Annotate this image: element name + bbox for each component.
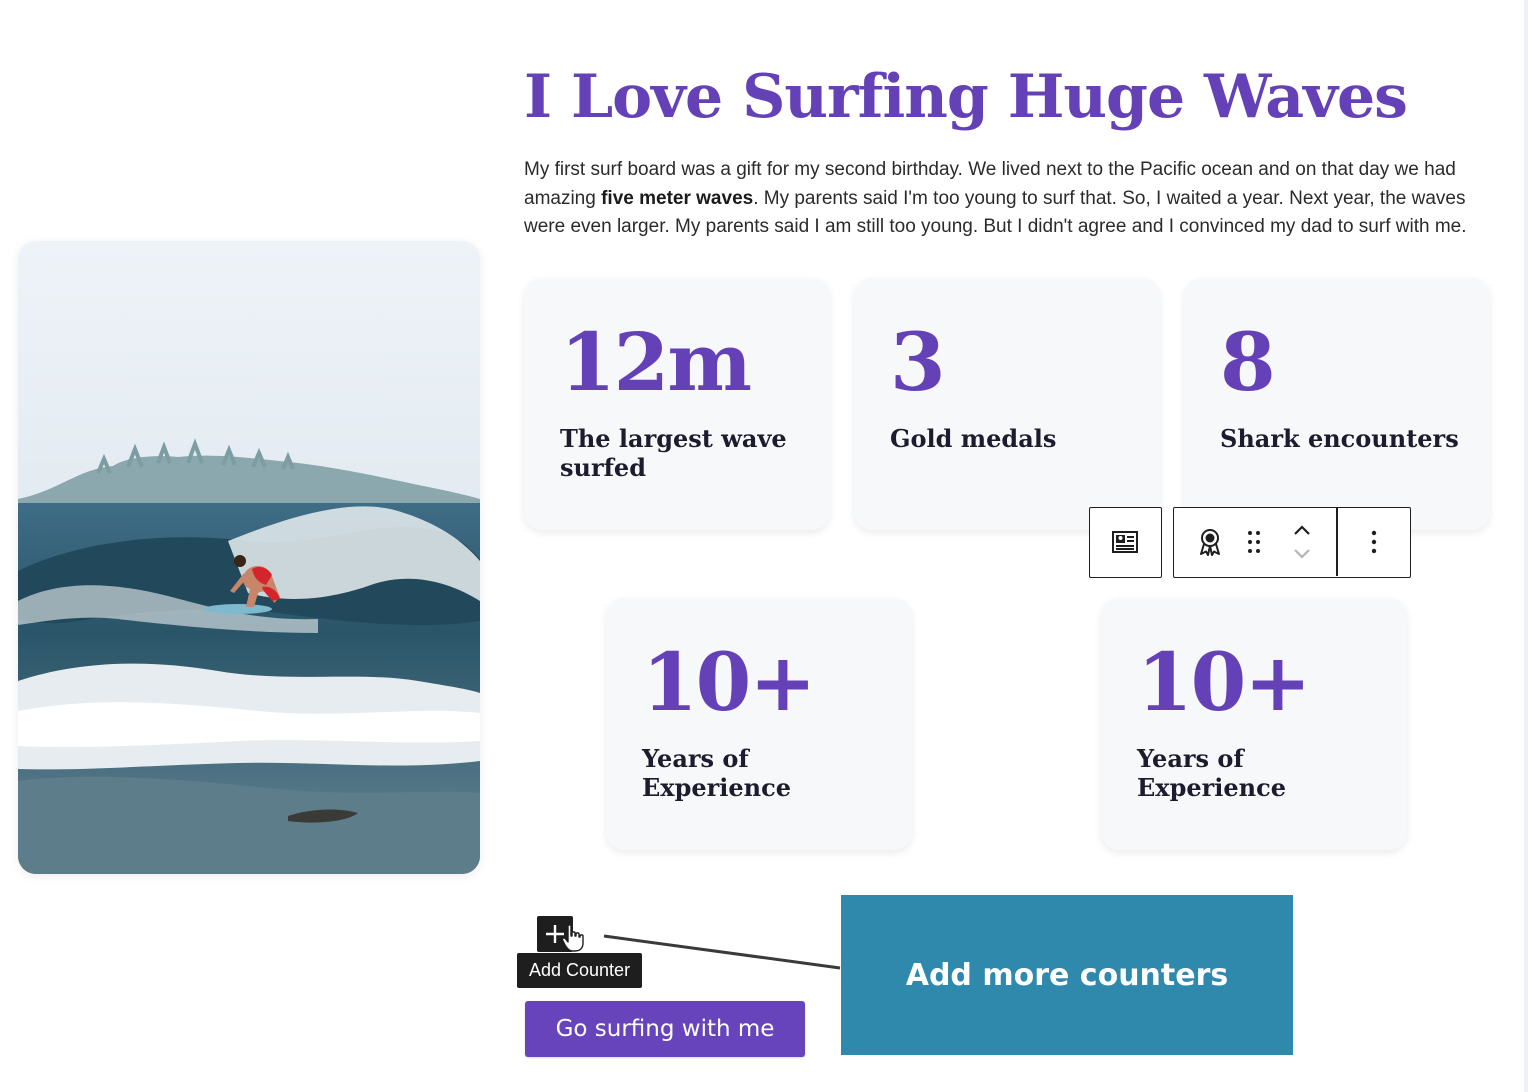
intro-paragraph: My first surf board was a gift for my se… xyxy=(524,156,1504,242)
surfer-photo[interactable] xyxy=(18,241,480,874)
hand-cursor-icon xyxy=(561,924,584,952)
select-parent-button[interactable] xyxy=(1090,508,1160,576)
counter-card[interactable]: 10+ Years of Experience xyxy=(1101,598,1407,850)
media-text-icon xyxy=(1112,531,1138,553)
add-counter-tooltip: Add Counter xyxy=(517,953,643,988)
counter-card[interactable]: 3 Gold medals xyxy=(854,278,1160,530)
counter-label: Years of Experience xyxy=(1137,744,1287,802)
more-vertical-icon xyxy=(1371,530,1377,554)
options-button[interactable] xyxy=(1338,508,1410,576)
counter-number: 3 xyxy=(890,315,946,409)
move-down-button[interactable] xyxy=(1284,542,1320,566)
drag-handle-icon xyxy=(1248,531,1260,553)
counter-label: The largest wave surfed xyxy=(560,424,787,482)
annotation-callout: Add more counters xyxy=(841,895,1293,1055)
counter-card[interactable]: 10+ Years of Experience xyxy=(606,598,912,850)
award-icon xyxy=(1200,529,1220,556)
counter-label: Years of Experience xyxy=(642,744,792,802)
surfer-image xyxy=(18,241,480,874)
counter-number: 10+ xyxy=(642,635,816,729)
move-up-button[interactable] xyxy=(1284,518,1320,542)
intro-text-bold: five meter waves xyxy=(601,187,754,209)
block-type-button[interactable] xyxy=(1192,524,1228,560)
counter-card[interactable]: 12m The largest wave surfed xyxy=(524,278,830,530)
parent-block-toolbar xyxy=(1089,507,1162,578)
go-surfing-button[interactable]: Go surfing with me xyxy=(525,1001,805,1057)
counter-number: 8 xyxy=(1220,315,1276,409)
counter-number: 10+ xyxy=(1137,635,1311,729)
chevron-down-icon xyxy=(1294,549,1310,559)
drag-handle-button[interactable] xyxy=(1238,524,1270,560)
counter-number: 12m xyxy=(560,315,752,409)
page-title: I Love Surfing Huge Waves xyxy=(524,62,1408,132)
counter-label: Gold medals xyxy=(890,424,1057,453)
chevron-up-icon xyxy=(1294,525,1310,535)
counter-card-selected[interactable]: 8 Shark encounters xyxy=(1184,278,1490,530)
counter-label: Shark encounters xyxy=(1220,424,1459,453)
block-toolbar xyxy=(1173,507,1411,578)
page-edge xyxy=(1524,0,1528,1092)
